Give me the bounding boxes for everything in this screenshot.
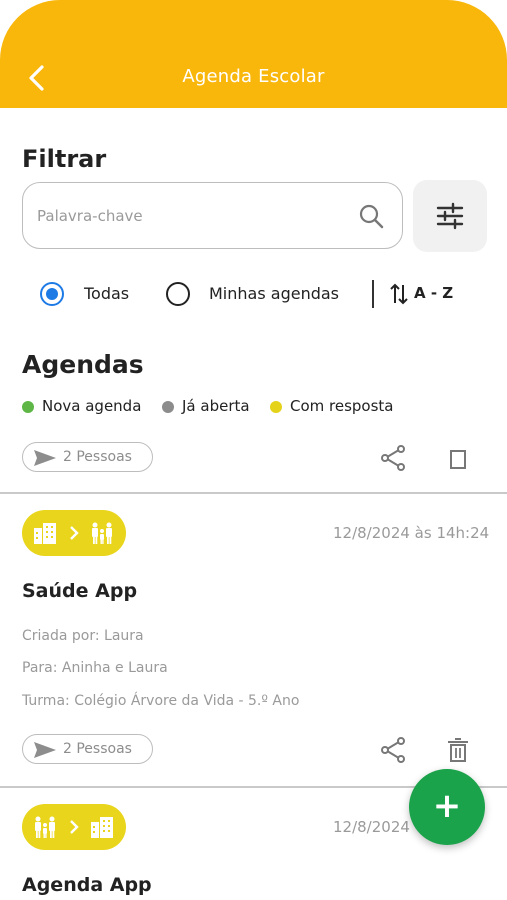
filter-heading: Filtrar	[22, 145, 107, 173]
status-dot	[270, 401, 282, 413]
route-badge	[22, 804, 126, 850]
status-dot	[162, 401, 174, 413]
family-icon	[35, 816, 55, 838]
search-input[interactable]	[37, 201, 347, 231]
radio-label-todas: Todas	[84, 284, 130, 303]
agenda-created-by: Criada por: Laura	[22, 628, 144, 644]
share-icon	[381, 737, 405, 763]
building-icon	[91, 817, 113, 838]
add-agenda-button[interactable]: +	[409, 769, 485, 845]
agenda-class: Turma: Colégio Árvore da Vida - 5.º Ano	[22, 693, 300, 709]
app-header: Agenda Escolar	[0, 0, 507, 108]
filter-settings-button[interactable]	[413, 180, 487, 252]
status-legend: Nova agenda Já aberta Com resposta	[22, 396, 502, 416]
delete-button[interactable]	[447, 737, 469, 767]
status-dot	[22, 401, 34, 413]
family-icon	[92, 522, 112, 544]
radio-label-minhas-agendas: Minhas agendas	[209, 284, 339, 303]
sort-arrows-icon	[390, 283, 408, 305]
trash-icon	[450, 450, 466, 469]
divider	[372, 280, 374, 308]
chevron-right-icon	[70, 820, 79, 834]
page-title: Agenda Escolar	[182, 66, 325, 87]
sliders-icon	[436, 202, 464, 230]
scope-filter: Todas Minhas agendas A - Z	[40, 280, 480, 308]
send-icon	[34, 450, 57, 467]
search-icon[interactable]	[358, 203, 384, 229]
route-badge	[22, 510, 126, 556]
recipients-button[interactable]: 2 Pessoas	[22, 734, 153, 764]
radio-minhas-agendas[interactable]	[166, 282, 190, 306]
delete-button[interactable]	[448, 448, 468, 474]
sort-label: A - Z	[414, 284, 454, 302]
building-icon	[34, 523, 56, 544]
recipients-count: 2 Pessoas	[63, 449, 132, 465]
radio-todas[interactable]	[40, 282, 64, 306]
agenda-date: 12/8/2024	[333, 818, 410, 836]
search-field[interactable]	[22, 182, 403, 249]
share-button[interactable]	[380, 737, 408, 767]
legend-label: Nova agenda	[42, 397, 142, 415]
agenda-title[interactable]: Saúde App	[22, 580, 137, 602]
legend-label: Com resposta	[290, 397, 394, 415]
recipients-count: 2 Pessoas	[63, 741, 132, 757]
recipients-button[interactable]: 2 Pessoas	[22, 442, 153, 472]
agendas-heading: Agendas	[22, 350, 144, 379]
share-button[interactable]	[380, 445, 408, 475]
plus-icon: +	[432, 786, 462, 826]
send-icon	[34, 742, 57, 759]
agenda-title[interactable]: Agenda App	[22, 874, 152, 896]
trash-icon	[448, 738, 468, 762]
card-divider	[0, 492, 507, 494]
legend-label: Já aberta	[182, 397, 250, 415]
agenda-date: 12/8/2024 às 14h:24	[333, 524, 490, 542]
agenda-recipients: Para: Aninha e Laura	[22, 660, 168, 676]
chevron-right-icon	[70, 526, 79, 540]
share-icon	[381, 445, 405, 471]
